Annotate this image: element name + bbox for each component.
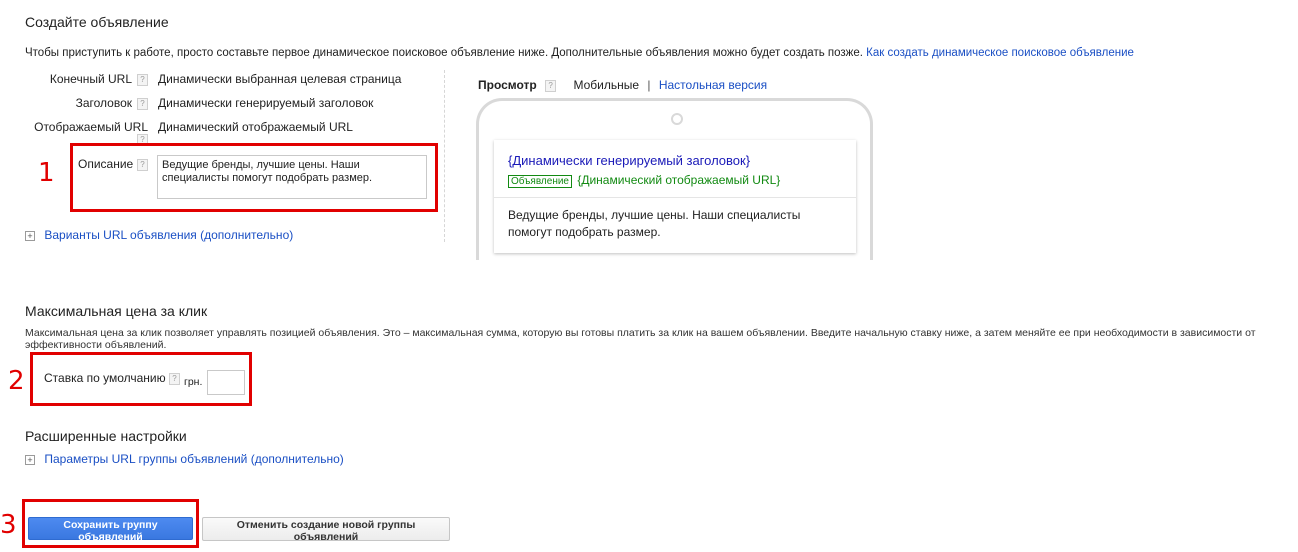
preview-separator: | (647, 78, 651, 92)
preview-help-icon[interactable]: ? (545, 79, 557, 92)
url-params-expander[interactable]: + Параметры URL группы объявлений (допол… (25, 452, 344, 466)
url-options-link[interactable]: Варианты URL объявления (дополнительно) (44, 228, 293, 242)
default-bid-label: Ставка по умолчанию (44, 371, 166, 385)
expand-plus-icon: + (25, 230, 35, 241)
section-divider (444, 70, 445, 242)
description-label: Описание (78, 157, 134, 171)
save-ad-group-button[interactable]: Сохранить группу объявлений (28, 517, 193, 543)
expand-plus-icon: + (25, 454, 35, 465)
intro-help-link[interactable]: Как создать динамическое поисковое объяв… (866, 47, 1134, 59)
preview-desktop-tab[interactable]: Настольная версия (659, 78, 767, 92)
max-cpc-description: Максимальная цена за клик позволяет упра… (25, 327, 1256, 351)
annotation-marker-1: 1 (38, 158, 55, 188)
annotation-marker-2: 2 (8, 366, 25, 396)
annotation-marker-3: 3 (0, 510, 17, 540)
headline-value: Динамически генерируемый заголовок (158, 96, 374, 110)
default-bid-help-icon[interactable]: ? (169, 373, 180, 385)
ad-description: Ведущие бренды, лучшие цены. Наши специа… (508, 208, 801, 239)
create-ad-intro: Чтобы приступить к работе, просто состав… (25, 47, 1285, 59)
headline-label: Заголовок (75, 96, 132, 110)
cancel-ad-group-button[interactable]: Отменить создание новой группы объявлени… (202, 517, 450, 543)
preview-mobile-tab[interactable]: Мобильные (573, 78, 639, 92)
ad-preview-card: {Динамически генерируемый заголовок} Объ… (494, 140, 856, 253)
ad-card-divider (494, 197, 856, 198)
description-input[interactable]: Ведущие бренды, лучшие цены. Наши специа… (157, 155, 427, 199)
display-url-label: Отображаемый URL (34, 120, 148, 134)
ad-headline[interactable]: {Динамически генерируемый заголовок} (508, 153, 750, 168)
url-options-expander[interactable]: + Варианты URL объявления (дополнительно… (25, 228, 293, 242)
create-ad-title: Создайте объявление (25, 14, 169, 30)
preview-header: Просмотр ? Мобильные | Настольная версия (478, 78, 767, 92)
headline-help-icon[interactable]: ? (137, 98, 148, 110)
ad-url-line: Объявление {Динамический отображаемый UR… (508, 173, 781, 188)
currency-label: грн. (184, 376, 203, 388)
url-params-link[interactable]: Параметры URL группы объявлений (дополни… (44, 452, 343, 466)
ad-badge: Объявление (508, 175, 572, 188)
ad-display-url: {Динамический отображаемый URL} (577, 173, 781, 187)
final-url-help-icon[interactable]: ? (137, 74, 148, 86)
final-url-label: Конечный URL (49, 72, 132, 86)
max-cpc-title: Максимальная цена за клик (25, 303, 208, 319)
phone-camera-icon (671, 113, 683, 125)
description-help-icon[interactable]: ? (137, 159, 148, 171)
preview-label: Просмотр (478, 78, 537, 92)
final-url-value: Динамически выбранная целевая страница (158, 72, 402, 86)
display-url-value: Динамический отображаемый URL (158, 120, 353, 134)
default-bid-input[interactable] (207, 370, 245, 395)
intro-text: Чтобы приступить к работе, просто состав… (25, 47, 863, 59)
phone-frame: {Динамически генерируемый заголовок} Объ… (476, 98, 873, 260)
advanced-settings-title: Расширенные настройки (25, 428, 187, 444)
